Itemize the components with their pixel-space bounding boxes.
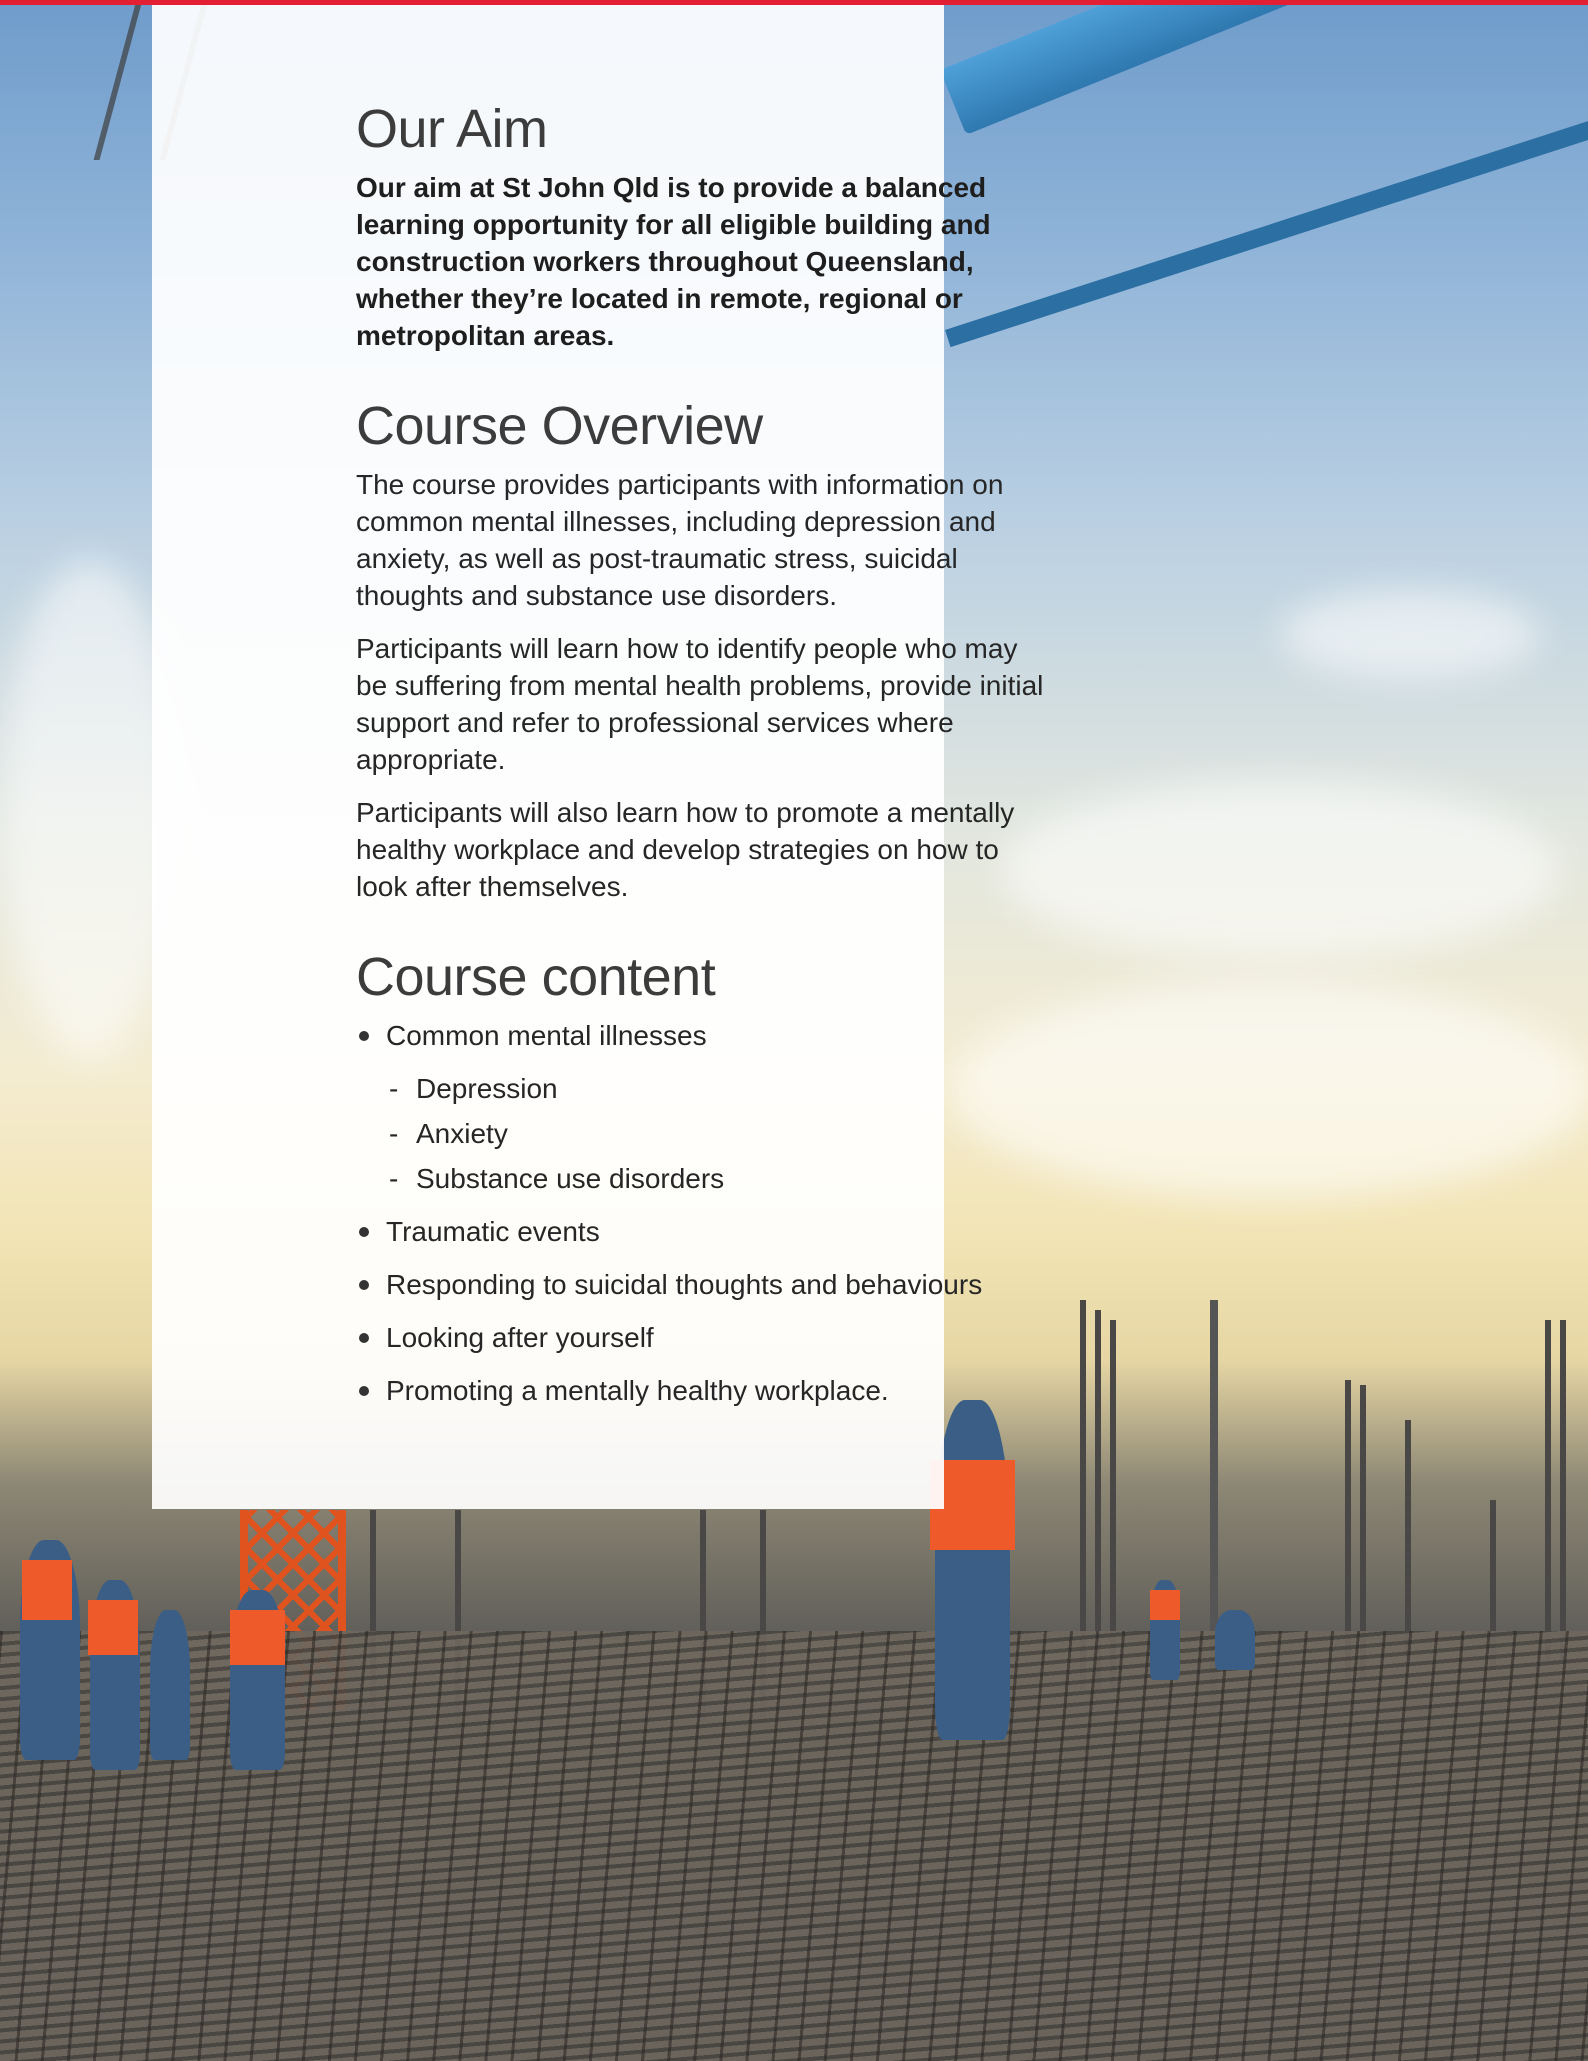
overview-paragraph: Participants will also learn how to prom… bbox=[356, 797, 1015, 902]
sub-list-item: - Anxiety bbox=[386, 1115, 1076, 1152]
overview-body: The course provides participants with in… bbox=[356, 466, 1056, 921]
content-list: Common mental illnesses - Depression - Anx… bbox=[356, 1017, 1076, 1425]
list-item: Looking after yourself bbox=[356, 1319, 1076, 1356]
list-item-label: Looking after yourself bbox=[386, 1322, 654, 1353]
bullet-icon bbox=[359, 1386, 369, 1396]
sub-list-item-label: Anxiety bbox=[416, 1118, 508, 1149]
sub-list-item-label: Depression bbox=[416, 1073, 558, 1104]
aim-heading: Our Aim bbox=[356, 99, 548, 159]
overview-paragraph: Participants will learn how to identify … bbox=[356, 633, 1044, 775]
bullet-icon bbox=[359, 1280, 369, 1290]
list-item-label: Traumatic events bbox=[386, 1216, 600, 1247]
crane-boom bbox=[940, 0, 1588, 135]
list-item: Common mental illnesses - Depression - Anx… bbox=[356, 1017, 1076, 1197]
list-item: Promoting a mentally healthy workplace. bbox=[356, 1372, 1076, 1409]
bullet-icon bbox=[359, 1333, 369, 1343]
sub-list-item: - Substance use disorders bbox=[386, 1160, 1076, 1197]
bullet-icon bbox=[359, 1227, 369, 1237]
sub-list-item: - Depression bbox=[386, 1070, 1076, 1107]
dash-icon: - bbox=[389, 1073, 399, 1104]
aim-statement: Our aim at St John Qld is to provide a b… bbox=[356, 172, 991, 351]
list-item: Traumatic events bbox=[356, 1213, 1076, 1250]
content-panel: Our Aim Our aim at St John Qld is to pro… bbox=[152, 5, 1043, 1509]
list-item-label: Responding to suicidal thoughts and beha… bbox=[386, 1269, 983, 1300]
list-item-label: Common mental illnesses bbox=[386, 1020, 707, 1051]
overview-heading: Course Overview bbox=[356, 396, 763, 456]
dash-icon: - bbox=[389, 1163, 399, 1194]
overview-paragraph: The course provides participants with in… bbox=[356, 469, 1004, 611]
content-heading: Course content bbox=[356, 947, 716, 1007]
list-item-label: Promoting a mentally healthy workplace. bbox=[386, 1375, 889, 1406]
sub-list: - Depression - Anxiety - Substance use diso… bbox=[386, 1070, 1076, 1197]
dash-icon: - bbox=[389, 1118, 399, 1149]
bullet-icon bbox=[359, 1031, 369, 1041]
sub-list-item-label: Substance use disorders bbox=[416, 1163, 725, 1194]
list-item: Responding to suicidal thoughts and beha… bbox=[356, 1266, 1076, 1303]
